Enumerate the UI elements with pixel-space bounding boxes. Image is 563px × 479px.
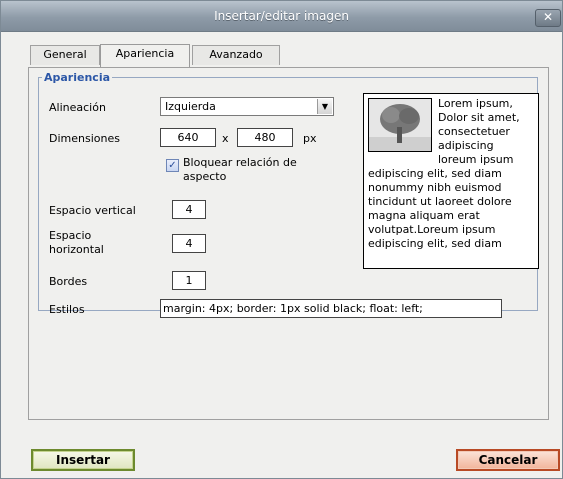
- vspace-label: Espacio vertical: [49, 204, 136, 217]
- close-button[interactable]: ✕: [535, 9, 561, 27]
- lock-ratio-label: Bloquear relación de aspecto: [183, 156, 297, 183]
- title-bar[interactable]: Insertar/editar imagen ✕: [1, 1, 562, 32]
- tree-image-icon: [368, 98, 432, 152]
- checkmark-icon: ✓: [168, 160, 177, 171]
- close-icon: ✕: [542, 10, 554, 24]
- styles-label: Estilos: [49, 303, 85, 316]
- dimensions-unit: px: [303, 132, 317, 145]
- height-input[interactable]: 480: [237, 128, 293, 147]
- border-input[interactable]: 1: [172, 271, 206, 290]
- dimensions-separator: x: [222, 132, 229, 145]
- dialog-window: Insertar/editar imagen ✕ General Aparien…: [0, 0, 563, 479]
- tab-panel: Apariencia Alineación Izquierda ▼ Dimens…: [28, 67, 549, 420]
- vspace-input[interactable]: 4: [172, 200, 206, 219]
- border-label: Bordes: [49, 275, 88, 288]
- cancel-button[interactable]: Cancelar: [456, 449, 560, 471]
- fieldset-legend: Apariencia: [44, 71, 111, 84]
- alignment-select[interactable]: Izquierda ▼: [160, 97, 334, 116]
- width-input[interactable]: 640: [160, 128, 216, 147]
- alignment-value: Izquierda: [165, 100, 216, 113]
- styles-input[interactable]: margin: 4px; border: 1px solid black; fl…: [160, 299, 502, 318]
- insert-button[interactable]: Insertar: [31, 449, 135, 471]
- hspace-input[interactable]: 4: [172, 234, 206, 253]
- alignment-label: Alineación: [49, 101, 106, 114]
- tab-general[interactable]: General: [30, 45, 100, 65]
- dialog-title: Insertar/editar imagen: [214, 9, 349, 23]
- hspace-label: Espacio horizontal: [49, 229, 104, 256]
- dimensions-label: Dimensiones: [49, 132, 120, 145]
- image-preview: Lorem ipsum, Dolor sit amet, consectetue…: [363, 93, 539, 269]
- chevron-down-icon[interactable]: ▼: [317, 99, 332, 114]
- lock-ratio-checkbox[interactable]: ✓: [166, 159, 179, 172]
- tab-appearance[interactable]: Apariencia: [100, 44, 190, 67]
- tab-advanced[interactable]: Avanzado: [192, 45, 280, 65]
